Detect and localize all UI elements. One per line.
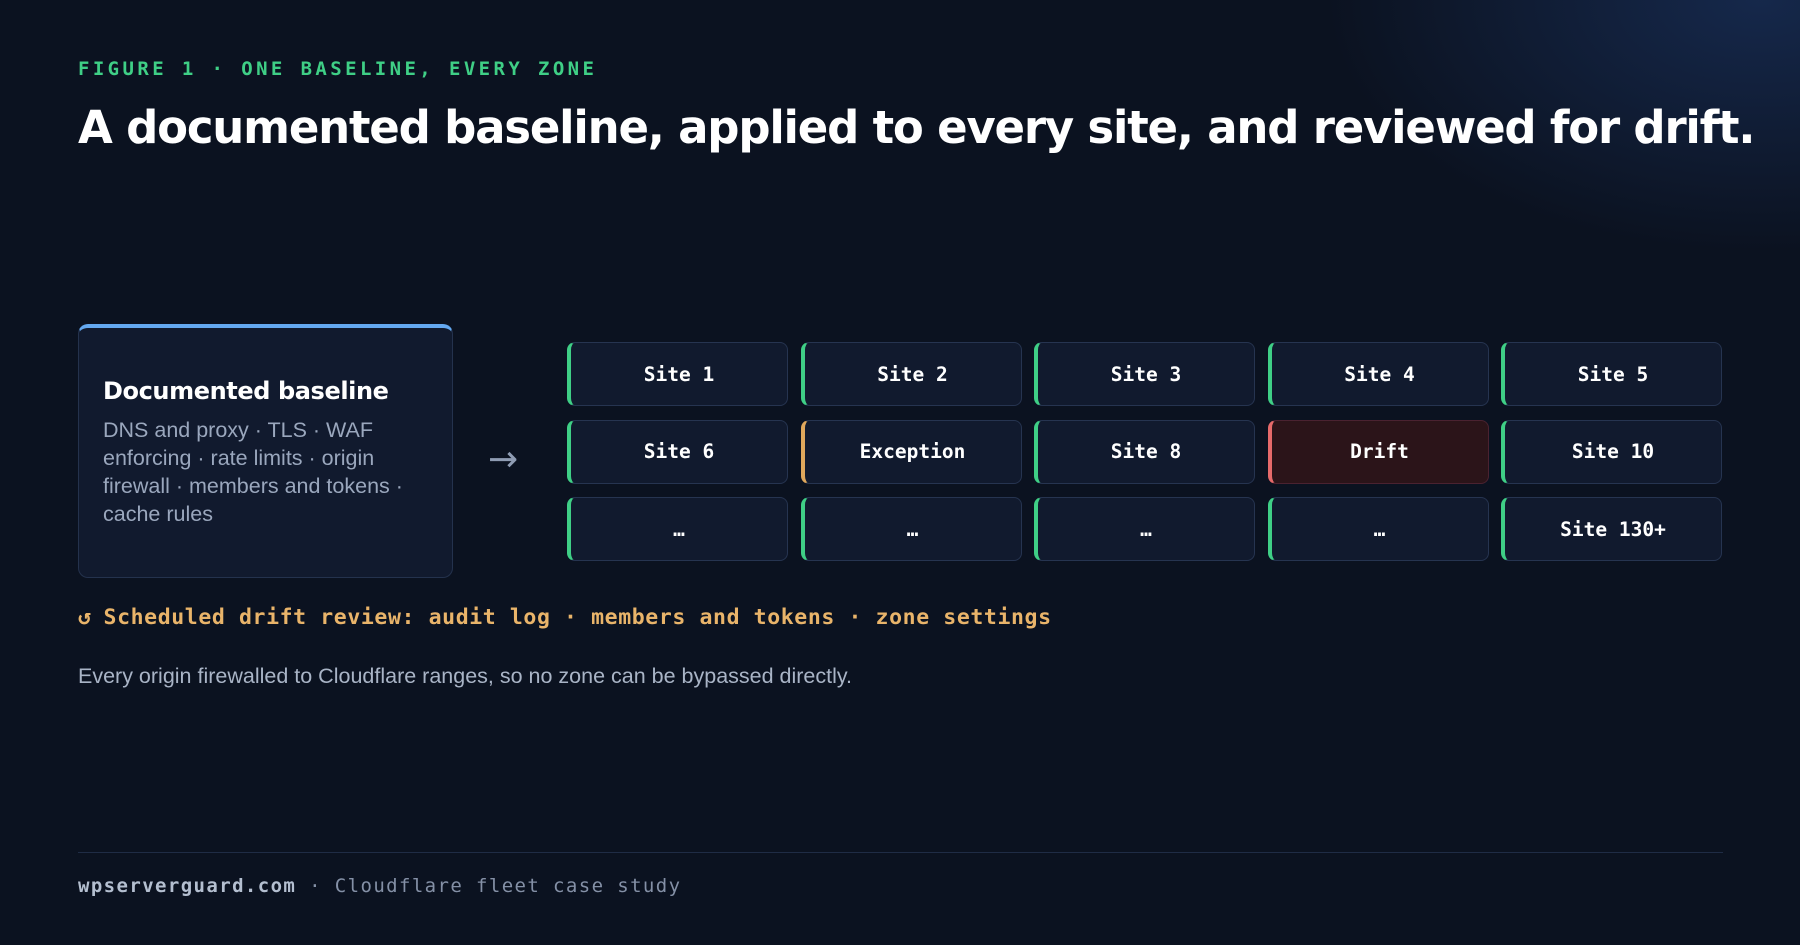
site-tile: Site 130+ xyxy=(1501,497,1722,561)
site-grid: Site 1 Site 2 Site 3 Site 4 Site 5 Site 6 Exce… xyxy=(567,342,1722,561)
origin-note: Every origin firewalled to Cloudflare ra… xyxy=(78,664,853,688)
site-tile: … xyxy=(1267,497,1489,561)
site-tile: Site 3 xyxy=(1034,342,1255,406)
refresh-icon: ↺ xyxy=(78,605,92,630)
figure-eyebrow: FIGURE 1 · ONE BASELINE, EVERY ZONE xyxy=(78,58,598,80)
site-tile: … xyxy=(1034,497,1255,561)
site-tile: … xyxy=(800,497,1022,561)
footer-caption: Cloudflare fleet case study xyxy=(334,875,682,897)
drift-review: ↺ Scheduled drift review: audit log · me… xyxy=(78,605,1052,630)
site-tile: Site 4 xyxy=(1267,342,1489,406)
arrow-icon: → xyxy=(488,439,519,480)
site-tile: Site 5 xyxy=(1501,342,1722,406)
figure-title: A documented baseline, applied to every … xyxy=(78,101,1755,154)
site-tile: Site 6 xyxy=(567,419,788,484)
drift-review-text: Scheduled drift review: audit log · memb… xyxy=(103,605,1052,630)
site-tile: Drift xyxy=(1267,419,1489,484)
footer-separator: · xyxy=(296,875,335,897)
site-tile: Site 2 xyxy=(800,342,1022,406)
baseline-card: Documented baseline DNS and proxy · TLS … xyxy=(78,324,453,578)
baseline-title: Documented baseline xyxy=(103,377,389,405)
site-tile: Site 10 xyxy=(1501,419,1722,484)
footer-divider xyxy=(78,852,1723,853)
site-tile: Site 1 xyxy=(567,342,788,406)
footer-domain: wpserverguard.com xyxy=(78,875,297,897)
footer: wpserverguard.com · Cloudflare fleet cas… xyxy=(78,875,681,897)
site-tile: Site 8 xyxy=(1034,419,1255,484)
site-tile: … xyxy=(567,497,788,561)
baseline-description: DNS and proxy · TLS · WAF enforcing · ra… xyxy=(103,418,403,526)
site-tile: Exception xyxy=(800,419,1022,484)
